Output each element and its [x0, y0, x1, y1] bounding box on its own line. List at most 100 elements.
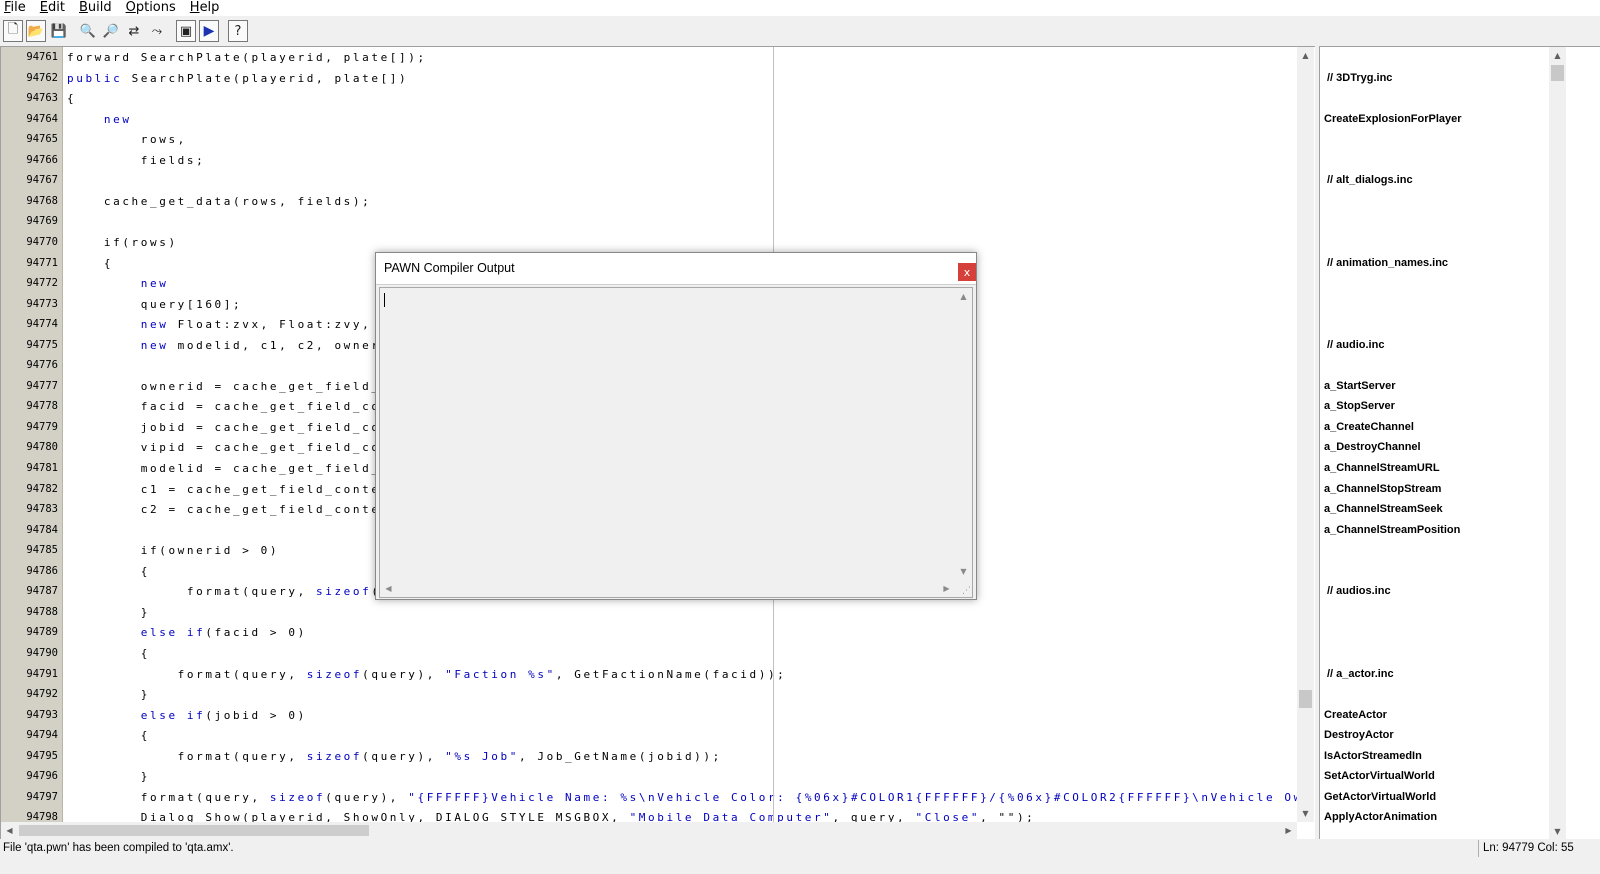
function-list-scrollbar[interactable]: ▲ ▼ — [1549, 47, 1566, 839]
code-text: (facid > 0) — [205, 626, 307, 640]
scroll-down-icon[interactable]: ▼ — [1297, 805, 1314, 822]
new-file-icon[interactable]: 🗋 — [3, 20, 23, 42]
code-string: "{FFFFFF}Vehicle Name: %s\nVehicle Color… — [408, 790, 1312, 804]
code-line: } — [67, 602, 150, 623]
code-line: format(query, sizeof(query), "%s Job", J… — [67, 746, 722, 767]
find-next-icon[interactable]: 🔎 — [101, 20, 121, 42]
scroll-down-icon[interactable]: ▼ — [955, 563, 972, 580]
menu-edit[interactable]: Edit — [40, 1, 65, 15]
scroll-up-icon[interactable]: ▲ — [1549, 47, 1566, 64]
code-line: rows, — [67, 129, 187, 150]
code-string: "Faction %s" — [445, 667, 556, 681]
function-list-header[interactable]: // 3DTryg.inc — [1327, 68, 1392, 89]
open-folder-icon[interactable]: 📂 — [26, 20, 46, 42]
code-text: modelid, c1, c2, owneri — [168, 338, 390, 352]
cursor-position: Ln: 94779 Col: 55 — [1478, 840, 1574, 857]
line-number: 94786 — [26, 564, 58, 577]
line-number: 94762 — [26, 71, 58, 84]
function-list-item[interactable]: IsActorStreamedIn — [1324, 746, 1422, 767]
run-icon[interactable]: ▶ — [199, 20, 219, 42]
code-line: c1 = cache_get_field_conter — [67, 479, 390, 500]
function-list-item[interactable]: CreateExplosionForPlayer — [1324, 109, 1462, 130]
function-list[interactable]: ▲ ▼ // 3DTryg.inc CreateExplosionForPlaye… — [1319, 46, 1600, 839]
function-list-header[interactable]: // audio.inc — [1327, 335, 1384, 356]
line-number: 94784 — [26, 523, 58, 536]
function-list-item[interactable]: a_StartServer — [1324, 376, 1396, 397]
menu-options[interactable]: Options — [126, 1, 176, 15]
menu-build[interactable]: Build — [79, 1, 112, 15]
function-list-item[interactable]: DestroyActor — [1324, 725, 1394, 746]
replace-icon[interactable]: ⇄ — [124, 20, 144, 42]
code-text: Float:zvx, Float:zvy, F — [168, 318, 390, 332]
function-list-item[interactable]: a_DestroyChannel — [1324, 437, 1421, 458]
function-list-item[interactable]: CreateActor — [1324, 705, 1387, 726]
dialog-titlebar[interactable]: PAWN Compiler Output x — [376, 253, 976, 285]
code-text: jobid = cache_get_field_con — [67, 420, 390, 434]
resize-grip-icon[interactable]: ⋰ — [957, 582, 971, 596]
code-keyword: sizeof — [269, 790, 326, 804]
code-text: } — [67, 688, 151, 702]
function-list-item[interactable]: GetActorVirtualWorld — [1324, 787, 1436, 808]
line-number: 94782 — [26, 482, 58, 495]
code-keyword: else if — [140, 626, 206, 640]
scroll-up-icon[interactable]: ▲ — [955, 288, 972, 305]
function-list-header[interactable]: // animation_names.inc — [1327, 253, 1448, 274]
scroll-thumb[interactable] — [19, 825, 369, 836]
scroll-thumb[interactable] — [1299, 690, 1312, 708]
editor-horizontal-scrollbar[interactable]: ◀ ▶ — [1, 822, 1297, 839]
help-icon[interactable]: ? — [228, 20, 248, 42]
code-text: { — [67, 256, 114, 270]
scroll-down-icon[interactable]: ▼ — [1549, 823, 1566, 839]
line-number: 94772 — [26, 277, 58, 290]
editor-vertical-scrollbar[interactable]: ▲ ▼ — [1297, 47, 1314, 822]
output-horizontal-scrollbar[interactable]: ◀ ▶ — [380, 580, 955, 597]
function-list-item[interactable]: a_CreateChannel — [1324, 417, 1414, 438]
scroll-thumb[interactable] — [1551, 65, 1564, 81]
function-list-header[interactable]: // audios.inc — [1327, 581, 1391, 602]
output-vertical-scrollbar[interactable]: ▲ ▼ — [955, 288, 972, 580]
scroll-left-icon[interactable]: ◀ — [1, 822, 18, 839]
function-list-item[interactable]: ApplyActorAnimation — [1324, 807, 1437, 828]
code-line: format(query, sizeof(query), "Faction %s… — [67, 664, 786, 685]
function-list-item[interactable]: SetActorVirtualWorld — [1324, 766, 1435, 787]
function-list-item[interactable]: a_StopServer — [1324, 396, 1395, 417]
compiler-output-textarea[interactable]: ▲ ▼ ◀ ▶ ⋰ — [379, 287, 973, 598]
line-number: 94783 — [26, 503, 58, 516]
find-icon[interactable]: 🔍 — [78, 20, 98, 42]
function-list-header[interactable]: // alt_dialogs.inc — [1327, 170, 1413, 191]
close-icon[interactable]: x — [958, 263, 976, 281]
code-text: format(query, — [67, 667, 307, 681]
function-list-header[interactable]: // a_actor.inc — [1327, 664, 1394, 685]
code-line: else if(jobid > 0) — [67, 705, 307, 726]
goto-icon[interactable]: ⤳ — [147, 20, 167, 42]
line-number: 94770 — [26, 235, 58, 248]
function-list-item[interactable]: a_ChannelStreamSeek — [1324, 499, 1443, 520]
function-list-item[interactable]: a_ChannelStreamURL — [1324, 458, 1440, 479]
function-list-item[interactable]: a_ChannelStopStream — [1324, 479, 1441, 500]
scroll-up-icon[interactable]: ▲ — [1297, 47, 1314, 64]
status-message: File 'qta.pwn' has been compiled to 'qta… — [3, 842, 234, 854]
compiler-output-dialog: PAWN Compiler Output x ▲ ▼ ◀ ▶ ⋰ — [375, 252, 977, 600]
scroll-left-icon[interactable]: ◀ — [380, 580, 397, 597]
line-number: 94778 — [26, 400, 58, 413]
code-line: { — [67, 643, 150, 664]
scroll-right-icon[interactable]: ▶ — [1280, 822, 1297, 839]
code-text: (query), — [325, 790, 409, 804]
menu-file[interactable]: File — [4, 1, 26, 15]
code-line: new Float:zvx, Float:zvy, F — [67, 314, 390, 335]
code-keyword: public — [67, 71, 123, 85]
code-text: { — [67, 92, 77, 106]
compile-icon[interactable]: ▣ — [176, 20, 196, 42]
menu-help[interactable]: Help — [190, 1, 220, 15]
line-number: 94789 — [26, 626, 58, 639]
save-icon[interactable]: 💾 — [49, 20, 69, 42]
code-text: if(ownerid > 0) — [67, 544, 280, 558]
function-list-item[interactable]: a_ChannelStreamPosition — [1324, 520, 1460, 541]
scroll-right-icon[interactable]: ▶ — [938, 580, 955, 597]
code-line: if(rows) — [67, 232, 178, 253]
code-keyword: new — [103, 112, 132, 126]
code-text: forward SearchPlate(playerid, plate[]); — [67, 51, 427, 64]
